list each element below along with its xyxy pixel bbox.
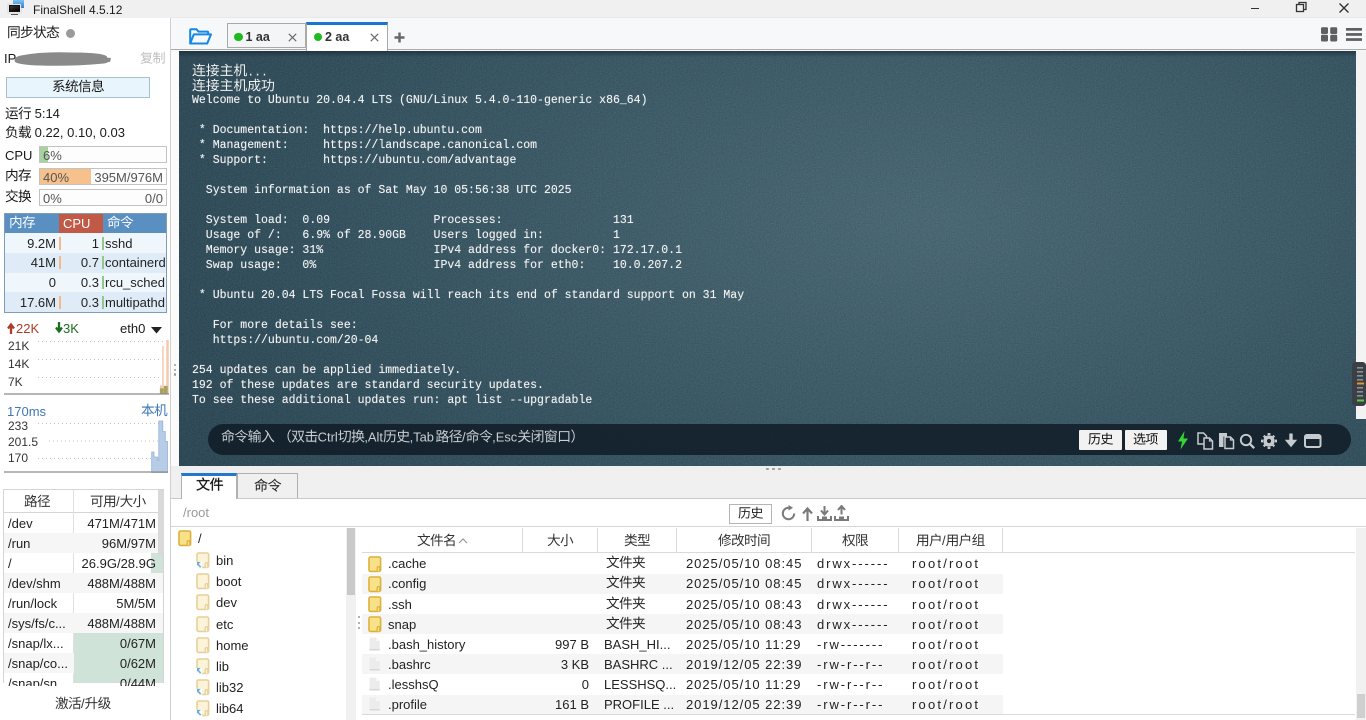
svg-text:Ctrl: Ctrl	[318, 429, 338, 444]
svg-text:/: /	[462, 429, 466, 444]
svg-text:/: /	[942, 533, 946, 548]
svg-text:,Tab: ,Tab	[410, 429, 434, 444]
svg-text:5:14: 5:14	[31, 106, 60, 121]
svg-text:,Alt: ,Alt	[364, 429, 383, 444]
svg-text:0.22, 0.10, 0.03: 0.22, 0.10, 0.03	[31, 125, 125, 140]
svg-text:/: /	[116, 494, 120, 509]
svg-text:/: /	[81, 696, 85, 711]
svg-text:,Esc: ,Esc	[492, 429, 518, 444]
